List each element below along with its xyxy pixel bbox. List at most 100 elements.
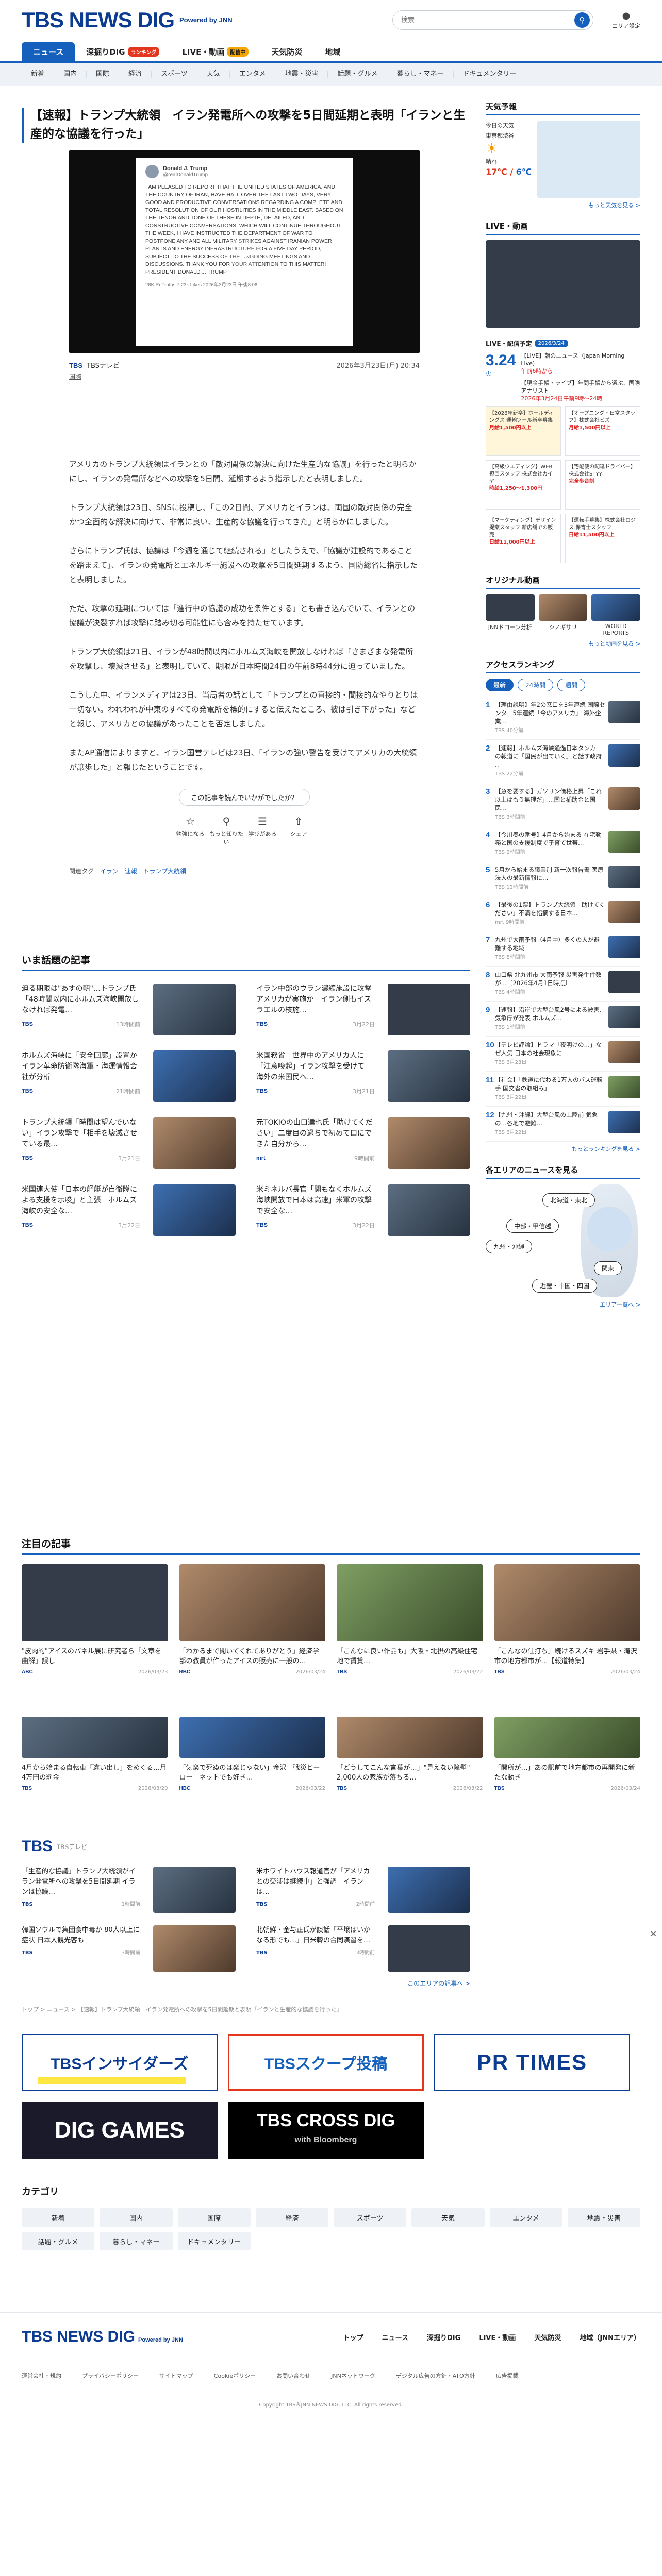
footer-link[interactable]: 広告掲載 bbox=[496, 2371, 519, 2380]
subnav-item[interactable]: 国内 bbox=[54, 71, 87, 78]
subnav-item[interactable]: ドキュメンタリー bbox=[454, 71, 526, 78]
tab-area[interactable]: 地域 bbox=[313, 42, 352, 61]
search-input[interactable] bbox=[401, 16, 574, 24]
category-link[interactable]: ドキュメンタリー bbox=[177, 2232, 251, 2250]
close-icon[interactable]: ✕ bbox=[650, 1929, 657, 1939]
category-link[interactable]: 話題・グルメ bbox=[22, 2232, 95, 2250]
featured-card[interactable]: 「こんなに良い作品も」大阪・北摂の高級住宅地で賃貸… TBS 2026/03/22 bbox=[337, 1564, 483, 1675]
ranking-item[interactable]: 1 【理由説明】年2の窓口を3年連続 国際センター5年連続「今のアメリカ」 海外企… bbox=[486, 697, 640, 740]
category-link[interactable]: 地震・災害 bbox=[567, 2208, 640, 2227]
subnav-item[interactable]: 天気 bbox=[197, 71, 230, 78]
ranking-tab-24h[interactable]: 24時間 bbox=[518, 679, 554, 691]
reaction-more[interactable]: ⚲ もっと知りたい bbox=[208, 815, 244, 846]
more-ranking-link[interactable]: もっとランキングを見る > bbox=[486, 1145, 640, 1153]
tab-weather[interactable]: 天気防災 bbox=[260, 42, 313, 61]
list-item[interactable]: 米国務省 世界中のアメリカ人に「注意喚起」イラン攻撃を受けて 海外の米国民へ… T… bbox=[256, 1050, 470, 1102]
more-weather-link[interactable]: もっと天気を見る > bbox=[486, 201, 640, 209]
list-item[interactable]: トランプ大統領「時間は望んでいない」イラン攻撃で「相手を壊滅させている最… TBS… bbox=[22, 1117, 236, 1169]
video-player[interactable]: Donald J. Trump @realDonaldTrump I AM PL… bbox=[69, 150, 420, 353]
featured-card[interactable]: "皮肉的"アイスのパネル展に研究者ら「文章を曲解」誤し ABC 2026/03/23 bbox=[22, 1564, 168, 1675]
subnav-item[interactable]: 地震・災害 bbox=[275, 71, 328, 78]
subnav-item[interactable]: 話題・グルメ bbox=[328, 71, 388, 78]
footer-link[interactable]: お問い合わせ bbox=[276, 2371, 310, 2380]
category-link[interactable]: 暮らし・マネー bbox=[100, 2232, 173, 2250]
featured-card[interactable]: 「こんなの仕打ち」続けるスズキ 岩手県・滝沢市の地方都市が…【報道特集】 TBS 2… bbox=[494, 1564, 640, 1675]
reaction-learn[interactable]: ☆ 勉強になる bbox=[172, 815, 208, 846]
list-item[interactable]: 元TOKIOの山口達也氏「助けてください」二度目の過ちで初めて口にできた自分から… bbox=[256, 1117, 470, 1169]
subnav-item[interactable]: 国際 bbox=[87, 71, 120, 78]
area-pill[interactable]: 中部・甲信越 bbox=[506, 1219, 559, 1233]
list-item[interactable]: 韓国ソウルで集団食中毒か 80人以上に症状 日本人観光客も TBS 3時間前 bbox=[22, 1925, 236, 1972]
footer-link[interactable]: プライバシーポリシー bbox=[82, 2371, 139, 2380]
footer-link[interactable]: Cookieポリシー bbox=[214, 2371, 256, 2380]
source-logo[interactable]: TBS bbox=[69, 362, 82, 369]
banner-crossdig[interactable]: TBS CROSS DIG with Bloomberg bbox=[228, 2102, 424, 2159]
ranking-item[interactable]: 11 【社会】「鉄道に代わる1万人のバス運転手 国交省の取組み」 TBS 3月22日 bbox=[486, 1072, 640, 1107]
ranking-item[interactable]: 7 九州で大雨予報（4月中）多くの人が避難する地域 TBS 8時間前 bbox=[486, 931, 640, 967]
ranking-item[interactable]: 9 【速報】沿岸で大型台風2号による被害、気象庁が発表 ホルムズ… TBS 1時間前 bbox=[486, 1002, 640, 1037]
list-item[interactable]: ホルムズ海峡に「安全回廊」設置か イラン革命防衛隊海軍・海運情報会社が分析 TBS… bbox=[22, 1050, 236, 1102]
ranking-item[interactable]: 5 5月から始まる職業別 新一次報告書 医療法人の最新情報に… TBS 12時間前 bbox=[486, 861, 640, 896]
featured-card[interactable]: 「どうしてこんな言葉が…」"見えない障壁" 2,000人の家族が落ちる… TBS 2… bbox=[337, 1717, 483, 1791]
footer-nav-item[interactable]: 地域（JNNエリア） bbox=[580, 2332, 640, 2342]
area-setting[interactable]: ● エリア設定 bbox=[612, 10, 640, 30]
featured-card[interactable]: 4月から始まる自転車「違い出し」をめぐる…月4万円の罰金 TBS 2026/03/2… bbox=[22, 1717, 168, 1791]
schedule-item[interactable]: 【現金手帳・ライブ】年間手帳から選ぶ、国際アナリスト 2026年3月24日午前9時… bbox=[521, 379, 640, 402]
footer-nav-item[interactable]: LIVE・動画 bbox=[479, 2332, 516, 2342]
list-item[interactable]: 米国連大使「日本の艦艇が自衛隊による支援を示唆」と主張 ホルムズ海峡の安全な… T… bbox=[22, 1184, 236, 1236]
footer-nav-item[interactable]: ニュース bbox=[382, 2332, 408, 2342]
subnav-item[interactable]: 新着 bbox=[22, 71, 55, 78]
weather-map[interactable] bbox=[537, 121, 640, 198]
more-area-link[interactable]: エリア一覧へ > bbox=[486, 1300, 640, 1309]
more-videos-link[interactable]: もっと動画を見る > bbox=[486, 639, 640, 648]
list-item[interactable]: イラン中部のウラン濃縮施設に攻撃 アメリカが実施か イラン側もイスラエルの核施…… bbox=[256, 984, 470, 1035]
banner-prtimes[interactable]: PR TIMES bbox=[434, 2034, 630, 2091]
area-pill[interactable]: 関東 bbox=[594, 1261, 622, 1275]
site-logo[interactable]: TBS NEWS DIG Powered by JNN bbox=[22, 8, 233, 32]
schedule-item[interactable]: 【LIVE】朝のニュース（Japan Morning Live） 午前6時から bbox=[521, 352, 640, 375]
ranking-item[interactable]: 8 山口県 北九州市 大雨予報 災害発生件数が…〔2026年4月1日時点〕 TBS … bbox=[486, 967, 640, 1002]
subnav-item[interactable]: スポーツ bbox=[152, 71, 197, 78]
play-icon[interactable]: ▶ bbox=[229, 238, 261, 270]
category-link[interactable]: 国際 bbox=[69, 372, 470, 381]
list-item[interactable]: 「生産的な協議」トランプ大統領がイラン発電所への攻撃を5日間延期 イランは協議…… bbox=[22, 1867, 236, 1913]
job-ad[interactable]: 【マーケティング】デザイン提案スタッフ 新店舗での販売 日給11,000円以上 bbox=[486, 514, 561, 563]
footer-nav-item[interactable]: 天気防災 bbox=[534, 2332, 561, 2342]
featured-card[interactable]: 「わかるまで聞いてくれてありがとう」経済学部の教員が作ったアイスの販売に一般の…… bbox=[179, 1564, 325, 1675]
footer-nav-item[interactable]: 深掘りDIG bbox=[427, 2332, 460, 2342]
ranking-item[interactable]: 10 【テレビ評論】ドラマ「夜明けの…」なぜ人気 日本の社会現象に TBS 3月23… bbox=[486, 1037, 640, 1072]
series-item[interactable]: JNNドローン分析 bbox=[486, 594, 535, 636]
featured-card[interactable]: 「気楽で死ぬのは楽じゃない」金沢 戦災ヒーロー ネットでも好き… HBC 2026/… bbox=[179, 1717, 325, 1791]
banner-scoop[interactable]: TBSスクープ投稿 bbox=[228, 2034, 424, 2091]
banner-insiders[interactable]: TBSインサイダーズ bbox=[22, 2034, 218, 2091]
list-item[interactable]: 米ミネルバ長官「関もなくホルムズ海峡開放で日本は高速」米軍の攻撃で安全な… TBS… bbox=[256, 1184, 470, 1236]
subnav-item[interactable]: エンタメ bbox=[230, 71, 276, 78]
area-pill[interactable]: 北海道・東北 bbox=[542, 1193, 595, 1207]
tab-live[interactable]: LIVE・動画 配信中 bbox=[171, 42, 260, 61]
ranking-item[interactable]: 2 【速報】ホルムズ海峡通過日本タンカーの報道に「国民が出ていく」と話す政府 ‥ T… bbox=[486, 740, 640, 783]
more-tbs-link[interactable]: このエリアの記事へ > bbox=[22, 1979, 470, 1988]
job-ad[interactable]: 【宅配便の配達ドライバー】株式会社STYY 完全歩合制 bbox=[565, 460, 640, 510]
category-link[interactable]: 経済 bbox=[255, 2208, 328, 2227]
ranking-item[interactable]: 4 【今川奏の番号】4月から始まる 在宅勤務と国の支援制度で子育て世帯… TBS 2… bbox=[486, 826, 640, 861]
job-ad[interactable]: 【運転手募集】株式会社ロジス 保育士スタッフ 日給11,500円以上 bbox=[565, 514, 640, 563]
list-item[interactable]: 米ホワイトハウス報道官が「アメリカとの交渉は継続中」と強調 イランは… TBS 2時… bbox=[256, 1867, 470, 1913]
ranking-item[interactable]: 12 【九州・沖縄】大型台風の上陸前 気象の…各地で避難… TBS 3月22日 bbox=[486, 1107, 640, 1142]
ranking-item[interactable]: 3 【急を要する】ガソリン価格上昇「これ以上はもう無理だ」…国と補助金と国民… TB… bbox=[486, 783, 640, 826]
subnav-item[interactable]: 暮らし・マネー bbox=[387, 71, 454, 78]
tag-link[interactable]: トランプ大統領 bbox=[143, 868, 187, 875]
footer-link[interactable]: デジタル広告の方針・ATO方針 bbox=[396, 2371, 475, 2380]
featured-card[interactable]: 「関所が…」あの駅前で地方都市の再開発に新たな動き TBS 2026/03/24 bbox=[494, 1717, 640, 1791]
live-player[interactable] bbox=[486, 240, 640, 328]
list-item[interactable]: 迫る期限は"あすの朝"…トランプ氏「48時間以内にホルムズ海峡開放しなければ発電… bbox=[22, 984, 236, 1035]
category-link[interactable]: 天気 bbox=[411, 2208, 485, 2227]
series-item[interactable]: シノギサリ bbox=[538, 594, 588, 636]
tab-dig[interactable]: 深掘りDIG ランキング bbox=[75, 42, 171, 61]
footer-link[interactable]: サイトマップ bbox=[159, 2371, 193, 2380]
list-item[interactable]: 北朝鮮・金与正氏が談話「平壌はいかなる形でも…」日米韓の合同演習を… TBS 3時間… bbox=[256, 1925, 470, 1972]
category-link[interactable]: スポーツ bbox=[334, 2208, 407, 2227]
footer-nav-item[interactable]: トップ bbox=[343, 2332, 363, 2342]
ranking-tab-latest[interactable]: 最新 bbox=[486, 679, 514, 691]
job-ad[interactable]: 【2026年新卒】ホールディングス 運輸ツール新卒募集 月給1,500円以上 bbox=[486, 406, 561, 456]
category-link[interactable]: エンタメ bbox=[489, 2208, 562, 2227]
